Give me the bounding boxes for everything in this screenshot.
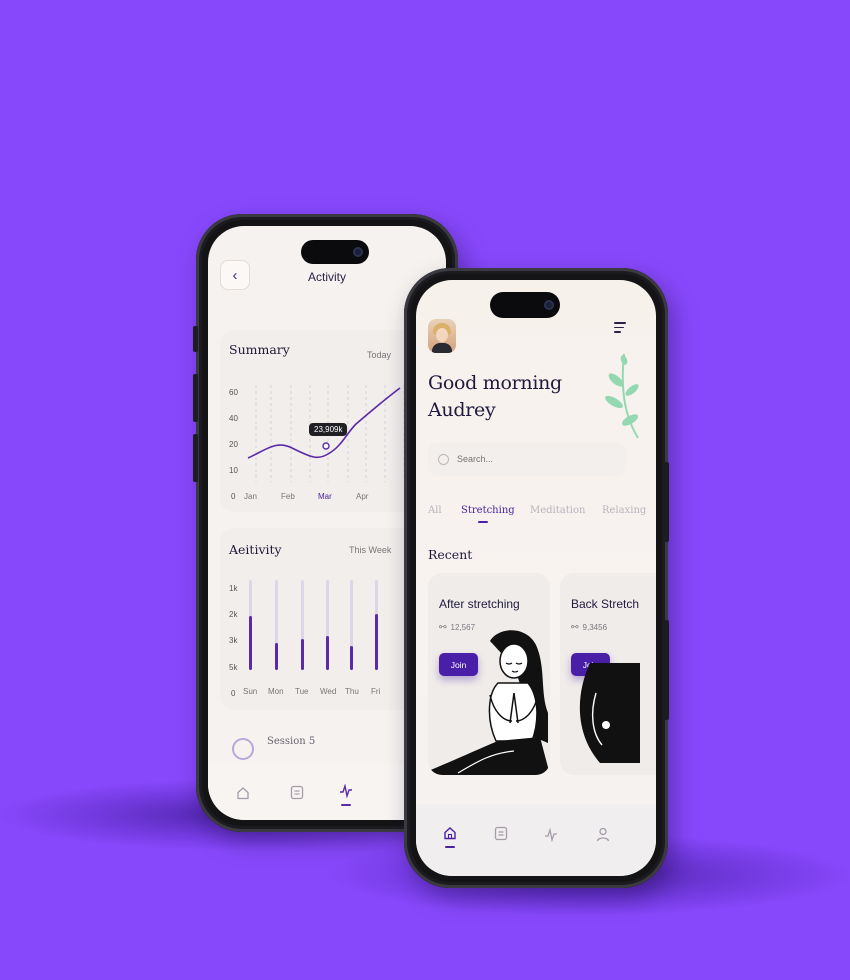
x-tick-thu: Thu [345,687,359,696]
y-tick-10: 10 [229,466,238,475]
greeting-line-2: Audrey [428,399,496,421]
search-input[interactable] [455,453,609,465]
tab-all[interactable]: All [428,505,442,516]
camera-icon [353,247,363,257]
summary-tooltip: 23,909k [309,423,348,436]
camera-icon [544,300,554,310]
stretch-illustration [579,663,640,763]
bar-sun [249,616,252,670]
y-tick-2k: 2k [229,610,238,619]
tab-meditation[interactable]: Meditation [530,505,585,516]
x-tick-mon: Mon [268,687,284,696]
home-phone: Good morning Audrey All Stretching Medit… [404,268,669,888]
dynamic-island [490,292,560,318]
bar-thu [350,646,353,670]
users-icon: ⚯ [571,622,579,632]
yoga-illustration [428,630,550,775]
bar-fri [375,614,378,670]
x-tick-apr: Apr [356,492,369,501]
y-tick-1k: 1k [229,584,238,593]
bar-tue [301,639,304,670]
action-button [193,326,198,352]
tab-relaxing[interactable]: Relaxing [602,505,646,516]
tab-active-indicator [478,521,488,523]
menu-icon[interactable] [614,322,628,336]
x-tick-mar: Mar [318,492,332,501]
tab-stretching[interactable]: Stretching [461,505,515,516]
clipboard-icon[interactable] [494,825,508,841]
greeting-line-1: Good morning [428,372,562,394]
greeting-title: Good morning Audrey [428,370,598,424]
volume-up-button [193,374,198,422]
card-title: After stretching [439,597,520,611]
x-tick-feb: Feb [281,492,295,501]
x-tick-wed: Wed [320,687,337,696]
participant-count: 9,3456 [582,623,608,632]
clipboard-icon[interactable] [290,784,304,800]
bar-mon [275,643,278,670]
timer-icon [232,738,254,760]
card-title: Back Stretch [571,597,640,611]
side-button [664,620,669,720]
profile-icon[interactable] [596,827,610,842]
bar-wed [326,636,329,670]
bottom-nav [416,804,656,876]
x-tick-sun: Sun [243,687,258,696]
search-bar[interactable] [428,442,626,476]
leaf-decoration [605,353,639,439]
session-card[interactable]: After stretching ⚯ 12,567 Join [428,573,550,775]
x-tick-jan: Jan [244,492,257,501]
dynamic-island [301,240,369,264]
activity-icon[interactable] [339,784,353,798]
nav-active-indicator [341,804,351,806]
y-tick-0: 0 [231,689,236,698]
search-icon [438,453,449,465]
home-screen: Good morning Audrey All Stretching Medit… [416,280,656,876]
y-tick-60: 60 [229,388,238,397]
x-tick-fri: Fri [371,687,381,696]
y-tick-0: 0 [231,492,236,501]
x-tick-tue: Tue [295,687,309,696]
y-tick-20: 20 [229,440,238,449]
summary-data-point [322,442,330,450]
page-title: Activity [307,270,346,284]
recent-heading: Recent [428,547,473,562]
y-tick-3k: 3k [229,636,238,645]
y-tick-5k: 5k [229,663,238,672]
avatar[interactable] [428,319,456,353]
power-button [664,462,669,542]
activity-period[interactable]: This Week [349,545,391,555]
y-tick-40: 40 [229,414,238,423]
nav-active-indicator [445,846,455,848]
session-card[interactable]: Back Stretch ⚯ 9,3456 Join [560,573,656,775]
home-icon[interactable] [443,826,457,840]
session-label: Session 5 [267,736,316,747]
volume-down-button [193,434,198,482]
card-participants: ⚯ 9,3456 [571,622,607,633]
activity-icon[interactable] [544,828,558,842]
activity-title: Aeitivity [229,542,282,557]
home-icon[interactable] [236,786,250,800]
